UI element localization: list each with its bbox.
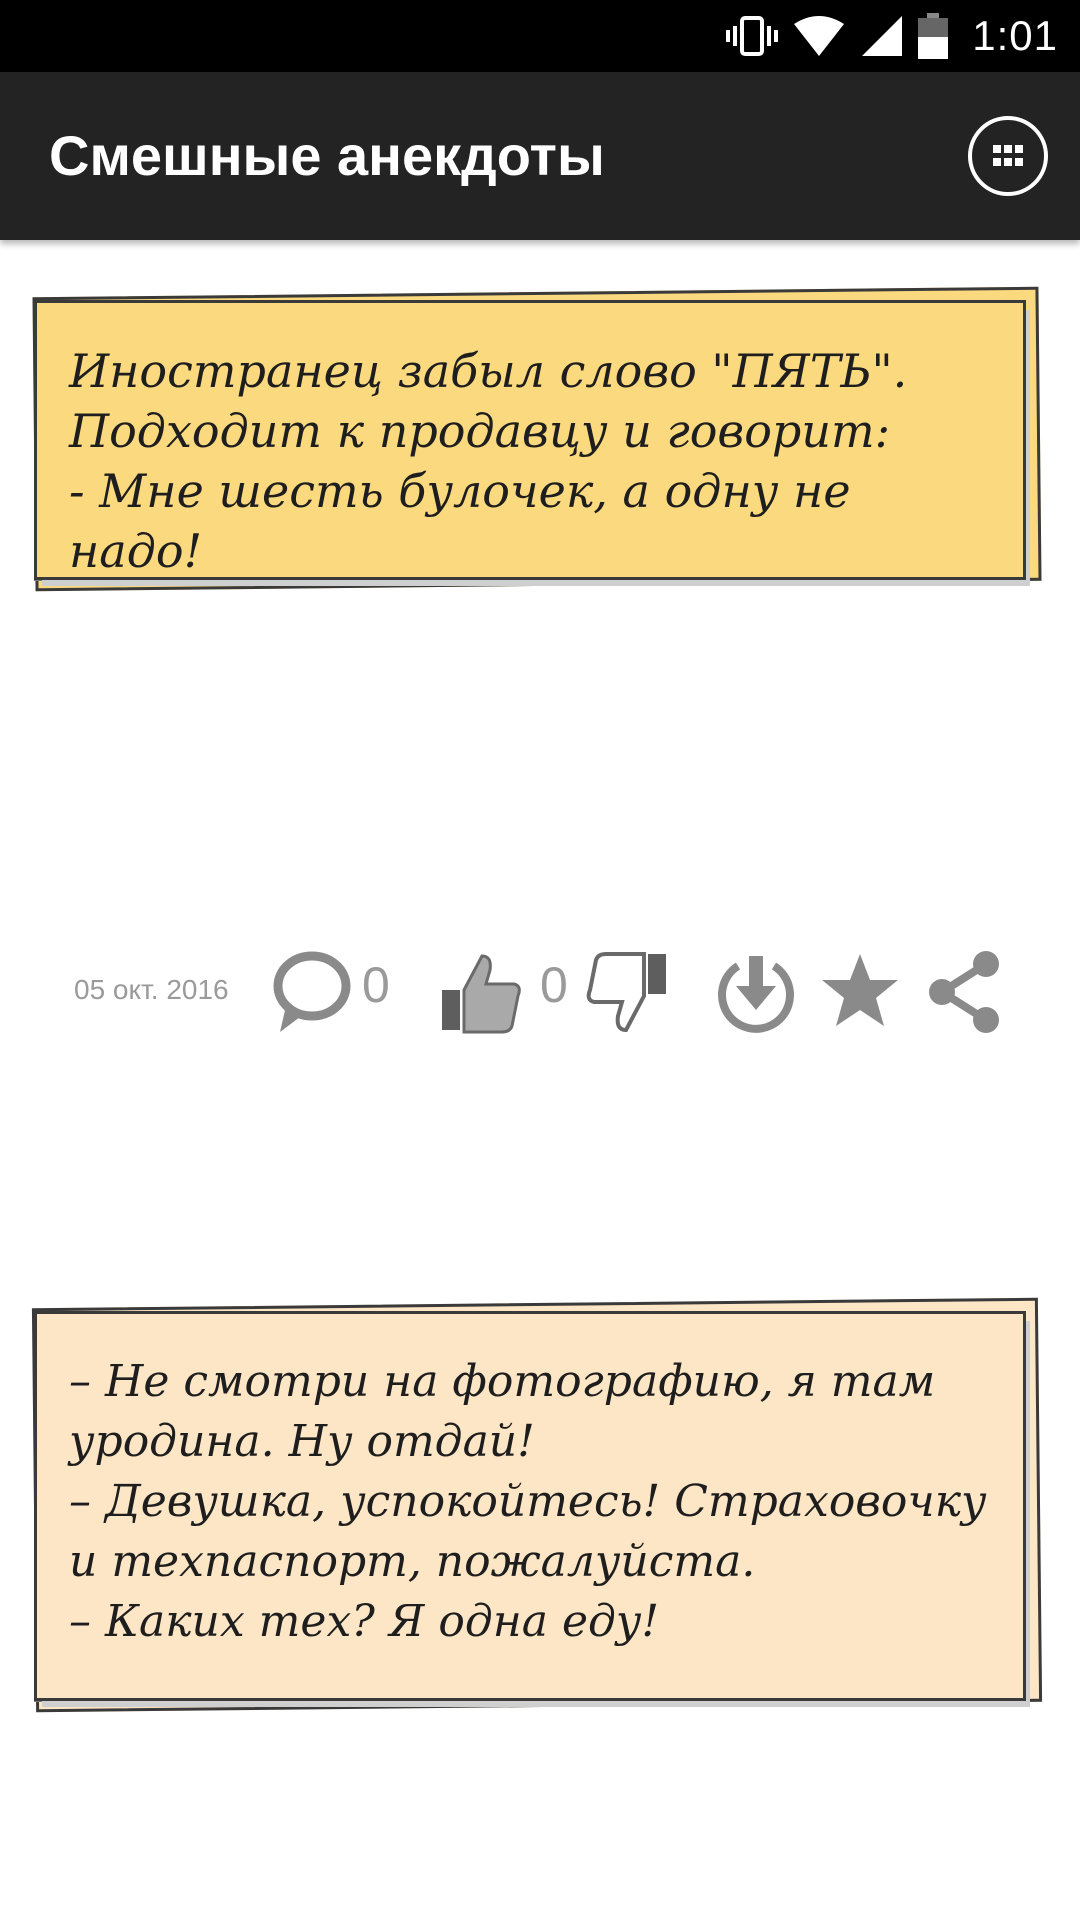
thumbs-up-icon: [438, 950, 524, 1036]
dislike-button[interactable]: [584, 950, 670, 1036]
like-button[interactable]: [438, 950, 524, 1036]
share-icon: [924, 950, 1004, 1034]
apps-menu-button[interactable]: [966, 114, 1050, 198]
share-button[interactable]: [924, 950, 1004, 1034]
card-front-sheet: Иностранец забыл слово "ПЯТЬ". Подходит …: [34, 300, 1026, 580]
status-time: 1:01: [972, 12, 1058, 59]
card-front-sheet: – Не смотри на фотографию, я там уродина…: [34, 1311, 1026, 1701]
signal-icon: [860, 14, 904, 58]
comment-icon: [272, 950, 352, 1036]
joke-card[interactable]: – Не смотри на фотографию, я там уродина…: [14, 1297, 1043, 1713]
thumbs-down-icon: [584, 950, 670, 1036]
download-icon: [716, 950, 796, 1036]
status-bar: 1:01: [0, 0, 1080, 72]
joke-text: – Не смотри на фотографию, я там уродина…: [69, 1356, 987, 1647]
app-bar: Смешные анекдоты: [0, 72, 1080, 240]
comments-count: 0: [362, 957, 390, 1013]
apps-grid-icon: [966, 114, 1050, 198]
app-title: Смешные анекдоты: [49, 124, 605, 187]
likes-count: 0: [540, 957, 568, 1013]
wifi-icon: [792, 14, 846, 58]
download-button[interactable]: [716, 950, 796, 1036]
post-date: 05 окт. 2016: [74, 974, 229, 1005]
joke-text: Иностранец забыл слово "ПЯТЬ". Подходит …: [69, 344, 908, 578]
joke-card[interactable]: Иностранец забыл слово "ПЯТЬ". Подходит …: [14, 286, 1042, 592]
vibrate-icon: [726, 14, 779, 58]
comment-button[interactable]: [272, 950, 352, 1036]
star-icon: [820, 950, 900, 1030]
status-icons: 1:01: [726, 0, 1058, 72]
favorite-button[interactable]: [820, 950, 900, 1030]
battery-icon: [918, 13, 949, 59]
joke-actions: 05 окт. 2016 0 0: [0, 940, 1080, 1040]
